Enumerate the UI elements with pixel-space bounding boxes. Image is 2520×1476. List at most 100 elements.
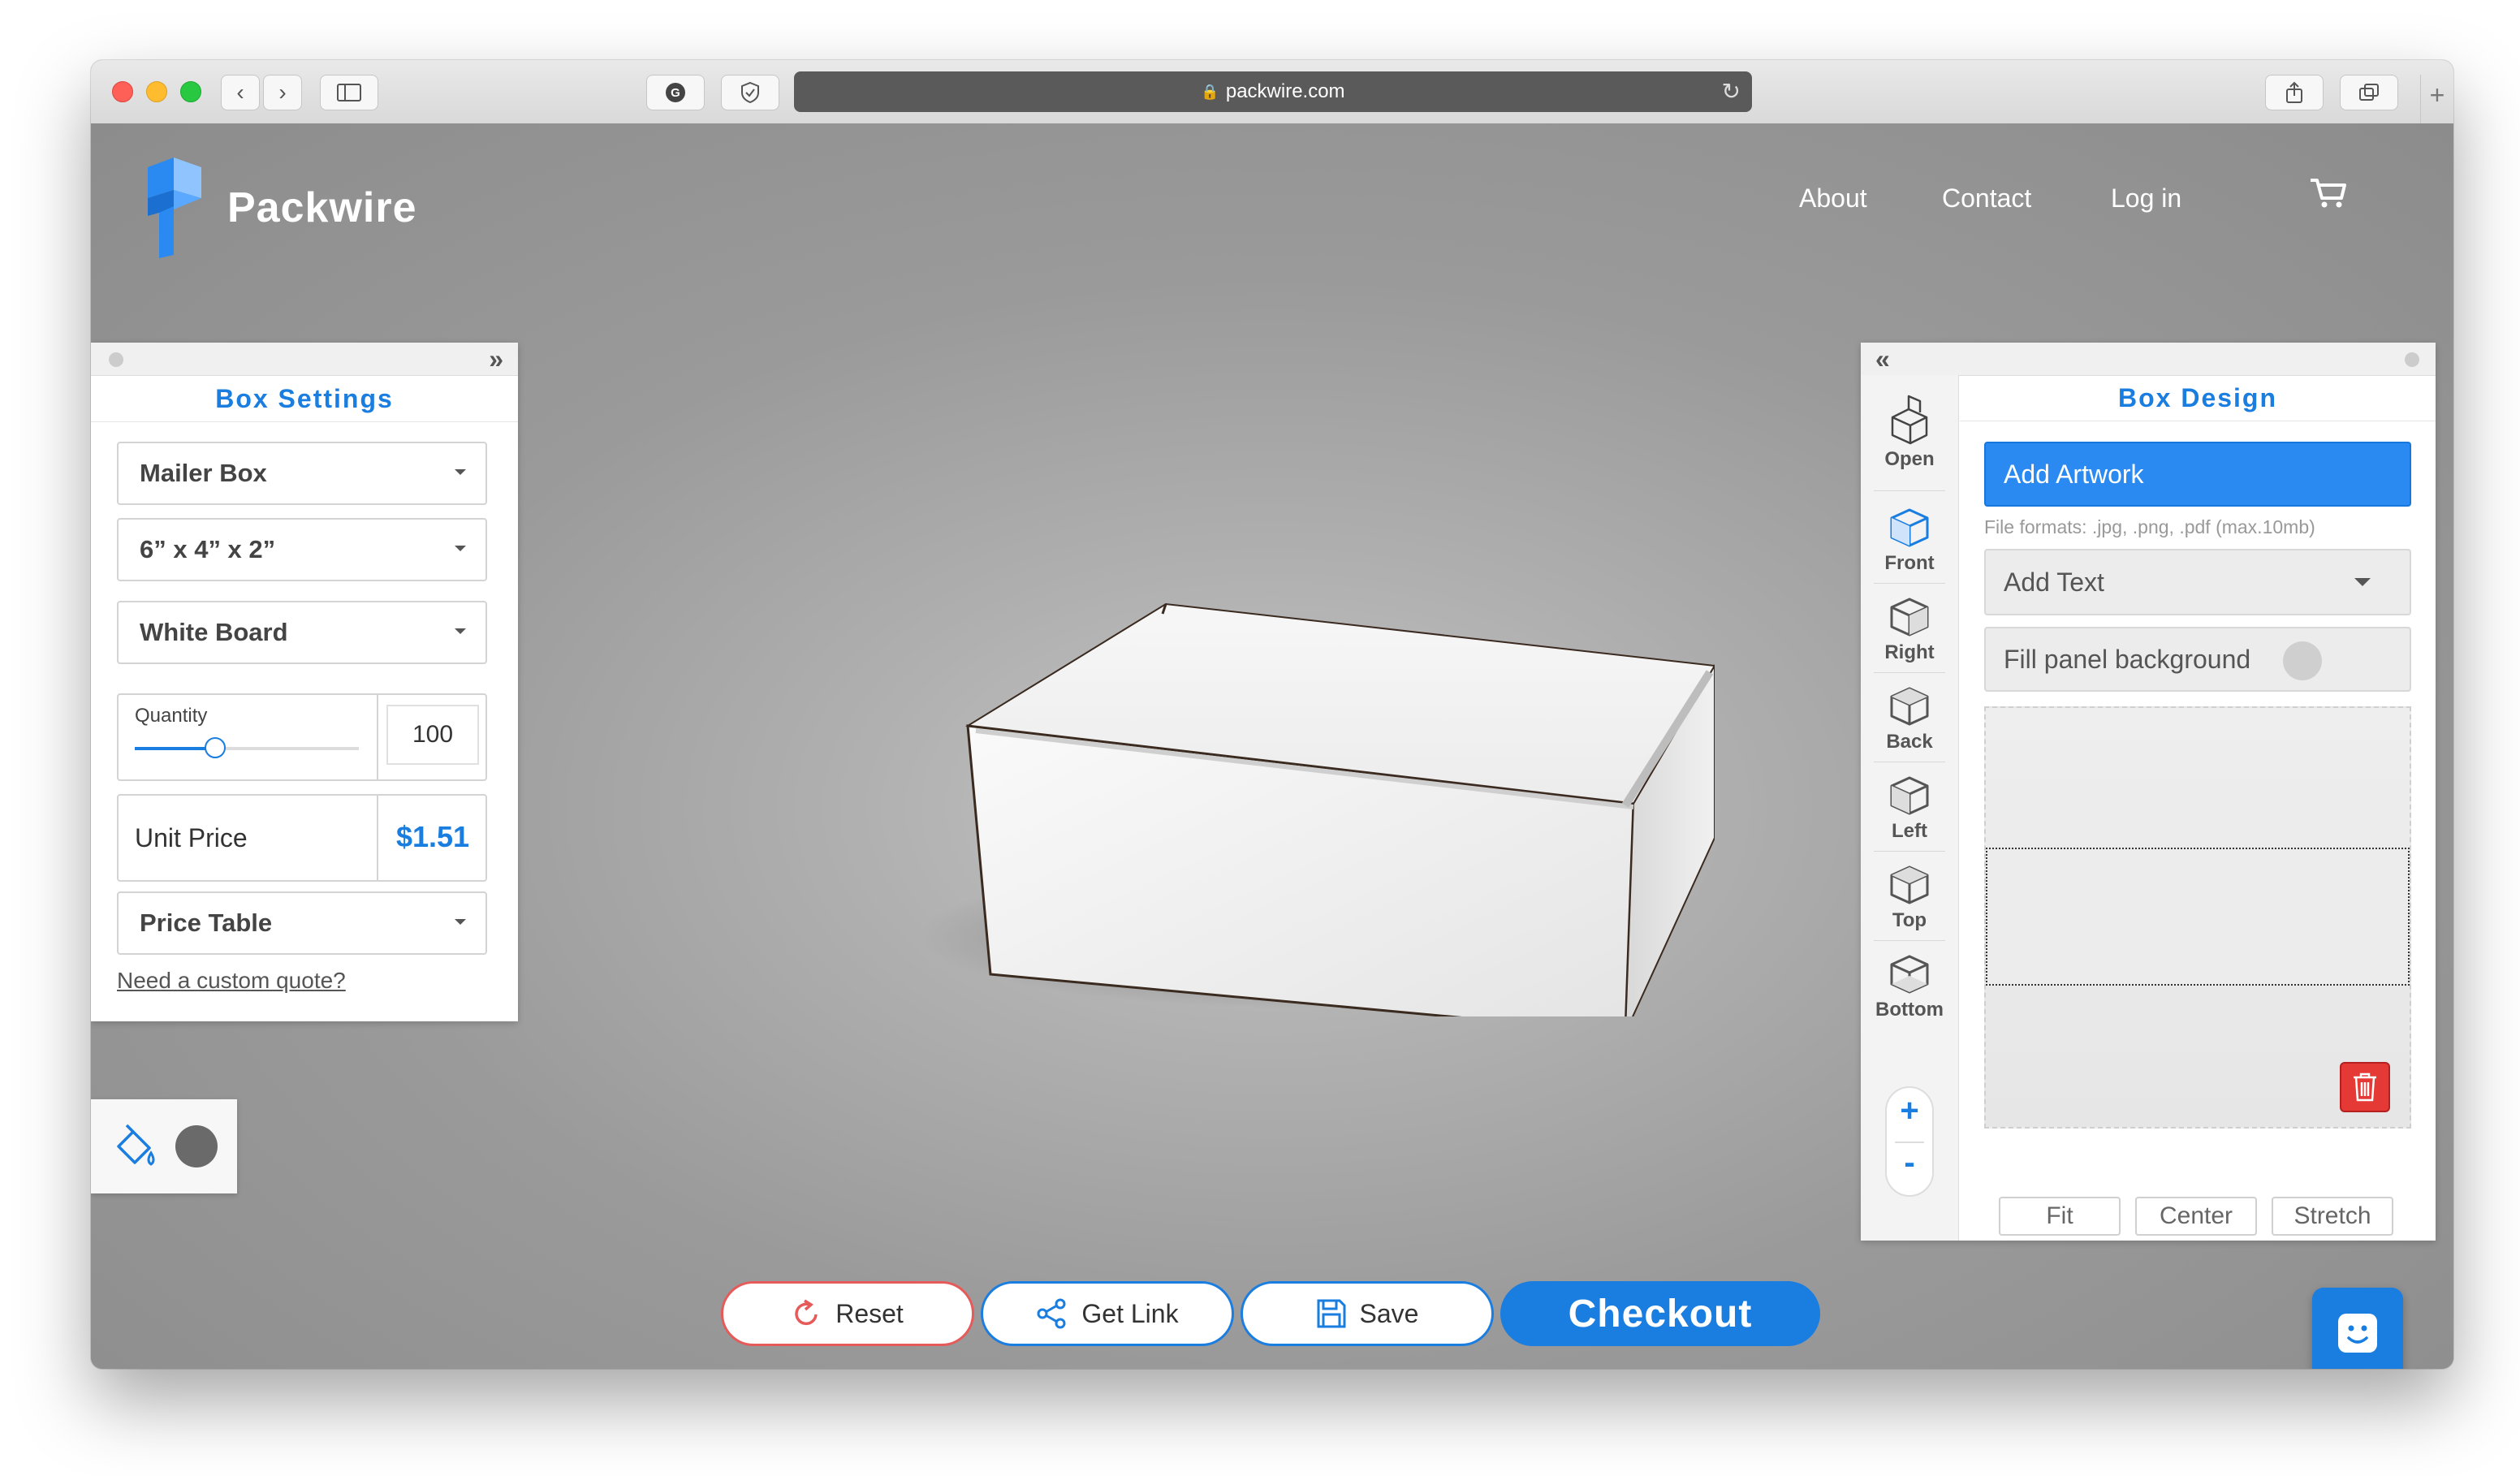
unit-price-display: Unit Price $1.51 <box>117 794 487 882</box>
floppy-disk-icon <box>1317 1299 1346 1328</box>
view-front-button[interactable]: Front <box>1861 507 1958 575</box>
price-table-select[interactable]: Price Table <box>117 891 487 955</box>
delete-button[interactable] <box>2340 1062 2390 1112</box>
view-top-button[interactable]: Top <box>1861 864 1958 932</box>
view-left-label: Left <box>1892 820 1927 842</box>
svg-text:G: G <box>671 86 680 100</box>
chat-button[interactable] <box>2312 1288 2403 1369</box>
collapse-panel-icon[interactable]: » <box>489 344 503 374</box>
dimensions-select[interactable]: 6” x 4” x 2” <box>117 518 487 581</box>
view-bottom-label: Bottom <box>1875 999 1944 1021</box>
open-box-icon <box>1891 395 1928 445</box>
preview-section-selected[interactable] <box>1986 848 2410 986</box>
add-text-dropdown[interactable]: Add Text <box>1984 549 2411 615</box>
panel-drag-handle[interactable] <box>109 352 123 367</box>
back-button[interactable]: ‹ <box>221 75 260 110</box>
share-icon <box>2286 81 2302 103</box>
forward-button[interactable]: › <box>263 75 302 110</box>
fill-panel-label: Fill panel background <box>2004 644 2251 674</box>
stretch-button[interactable]: Stretch <box>2272 1197 2393 1236</box>
brand-logo[interactable]: Packwire <box>140 158 417 258</box>
design-editor: Box Design Add Artwork File formats: .jp… <box>1960 375 2436 1241</box>
sidebar-toggle-button[interactable] <box>320 75 378 110</box>
cube-right-icon <box>1890 598 1929 637</box>
cart-button[interactable] <box>2309 177 2348 214</box>
view-back-button[interactable]: Back <box>1861 685 1958 753</box>
view-top-label: Top <box>1892 909 1927 931</box>
checkout-button[interactable]: Checkout <box>1500 1281 1820 1346</box>
view-open-button[interactable]: Open <box>1861 393 1958 471</box>
address-bar[interactable]: 🔒 packwire.com ↻ <box>794 71 1752 112</box>
caret-down-icon <box>455 919 466 925</box>
divider <box>1874 672 1945 673</box>
preview-section-top <box>1986 708 2410 846</box>
trash-icon <box>2354 1072 2376 1102</box>
tabs-overview-button[interactable] <box>2340 75 2398 110</box>
box-3d-preview[interactable] <box>870 529 1716 1034</box>
nav-about[interactable]: About <box>1799 183 1867 214</box>
lock-icon: 🔒 <box>1201 83 1219 100</box>
panel-header-bar: « <box>1861 343 2436 376</box>
view-right-button[interactable]: Right <box>1861 596 1958 664</box>
close-window-button[interactable] <box>112 81 133 102</box>
add-artwork-button[interactable]: Add Artwork <box>1984 442 2411 507</box>
reset-label: Reset <box>835 1298 904 1328</box>
quantity-slider-thumb[interactable] <box>205 737 227 758</box>
quantity-control: Quantity 100 <box>117 693 487 781</box>
fill-panel-background-toggle[interactable]: Fill panel background <box>1984 627 2411 692</box>
grammarly-extension-button[interactable]: G <box>646 75 705 110</box>
share-button[interactable] <box>2265 75 2324 110</box>
zoom-in-button[interactable]: + <box>1887 1093 1932 1129</box>
panel-drag-handle[interactable] <box>2405 352 2419 367</box>
browser-toolbar: ‹ › G 🔒 packwire.com ↻ + <box>91 60 2453 124</box>
divider <box>1874 583 1945 584</box>
box-color-tool <box>91 1099 237 1193</box>
privacy-extension-button[interactable] <box>721 75 779 110</box>
divider <box>1874 490 1945 491</box>
view-bottom-button[interactable]: Bottom <box>1861 953 1958 1021</box>
sidebar-icon <box>337 84 361 101</box>
view-open-label: Open <box>1884 448 1935 470</box>
reset-button[interactable]: Reset <box>721 1281 974 1346</box>
save-label: Save <box>1359 1298 1419 1328</box>
packwire-logo-icon <box>148 158 201 258</box>
divider <box>1895 1142 1924 1143</box>
toggle-switch[interactable] <box>2283 641 2322 680</box>
expand-panel-icon[interactable]: « <box>1875 344 1890 374</box>
color-swatch[interactable] <box>175 1125 218 1167</box>
view-front-label: Front <box>1884 552 1935 574</box>
unit-price-value: $1.51 <box>395 820 470 853</box>
nav-contact[interactable]: Contact <box>1942 183 2031 214</box>
material-select[interactable]: White Board <box>117 601 487 664</box>
box-type-select[interactable]: Mailer Box <box>117 442 487 505</box>
browser-window: ‹ › G 🔒 packwire.com ↻ + Packwire About … <box>91 60 2453 1369</box>
get-link-button[interactable]: Get Link <box>981 1281 1234 1346</box>
quantity-label: Quantity <box>135 705 208 727</box>
box-type-value: Mailer Box <box>140 459 267 487</box>
tabs-icon <box>2359 84 2379 101</box>
center-button[interactable]: Center <box>2135 1197 2257 1236</box>
view-right-label: Right <box>1884 641 1935 663</box>
custom-quote-link[interactable]: Need a custom quote? <box>117 968 346 994</box>
unit-price-label: Unit Price <box>135 823 248 852</box>
chevron-right-icon: › <box>278 80 287 105</box>
paint-bucket-icon[interactable] <box>112 1124 158 1169</box>
quantity-slider[interactable] <box>135 737 359 758</box>
cube-front-icon <box>1890 508 1929 547</box>
divider <box>377 695 378 779</box>
quantity-slider-fill <box>135 747 216 750</box>
chevron-left-icon: ‹ <box>236 80 244 105</box>
reload-icon[interactable]: ↻ <box>1722 78 1741 105</box>
zoom-out-button[interactable]: - <box>1887 1145 1932 1181</box>
view-left-button[interactable]: Left <box>1861 775 1958 843</box>
panel-preview-canvas[interactable] <box>1984 706 2411 1129</box>
save-button[interactable]: Save <box>1241 1281 1494 1346</box>
mailer-box-illustration <box>919 602 1716 1034</box>
dimensions-value: 6” x 4” x 2” <box>140 535 276 563</box>
quantity-input[interactable]: 100 <box>386 705 479 765</box>
nav-login[interactable]: Log in <box>2111 183 2181 214</box>
zoom-window-button[interactable] <box>180 81 201 102</box>
minimize-window-button[interactable] <box>146 81 167 102</box>
fit-button[interactable]: Fit <box>1999 1197 2121 1236</box>
new-tab-button[interactable]: + <box>2420 75 2453 123</box>
